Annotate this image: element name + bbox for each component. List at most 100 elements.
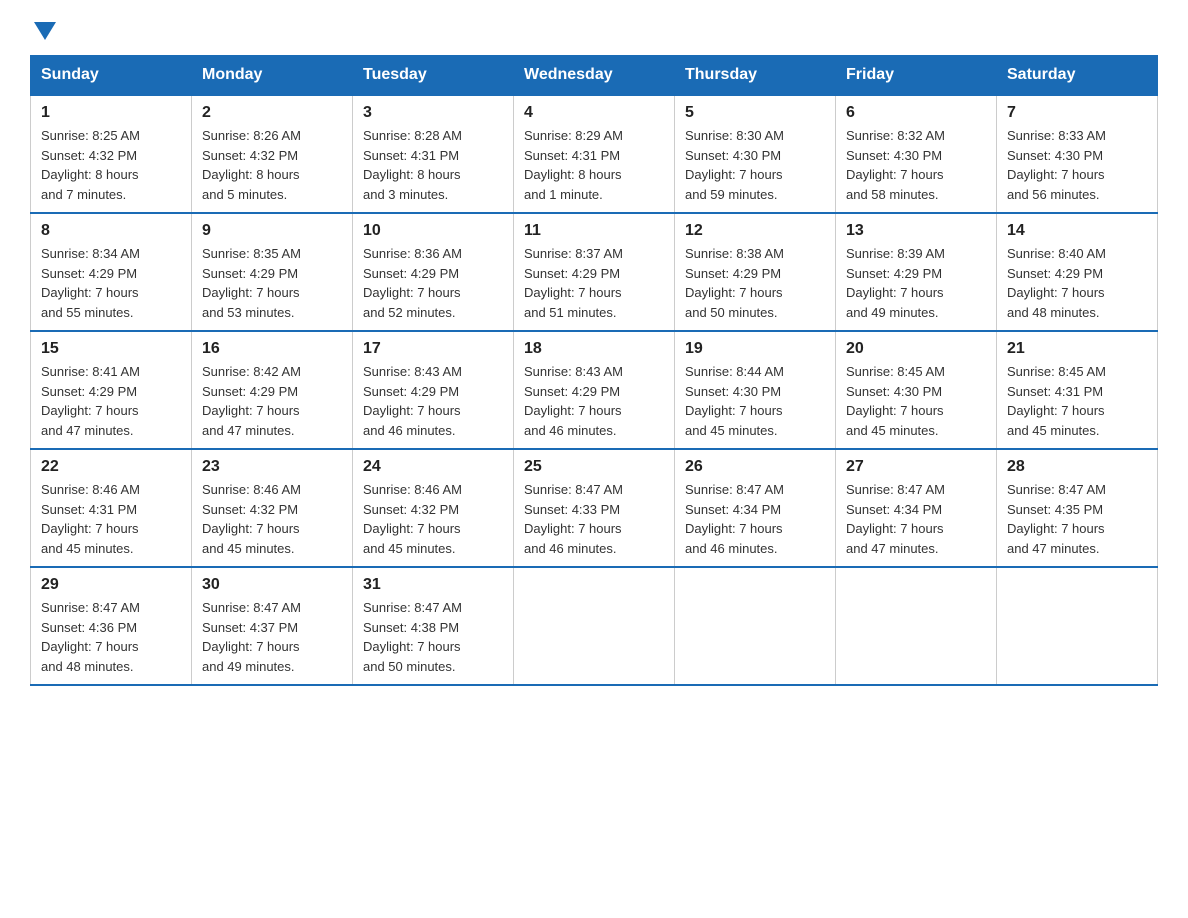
day-info: Sunrise: 8:33 AMSunset: 4:30 PMDaylight:… xyxy=(1007,126,1147,204)
header-friday: Friday xyxy=(836,56,997,96)
day-info: Sunrise: 8:47 AMSunset: 4:36 PMDaylight:… xyxy=(41,598,181,676)
calendar-cell: 27 Sunrise: 8:47 AMSunset: 4:34 PMDayligh… xyxy=(836,449,997,567)
calendar-cell xyxy=(997,567,1158,685)
calendar-cell: 21Sunrise: 8:45 AMSunset: 4:31 PMDayligh… xyxy=(997,331,1158,449)
calendar-cell: 19Sunrise: 8:44 AMSunset: 4:30 PMDayligh… xyxy=(675,331,836,449)
day-info: Sunrise: 8:42 AMSunset: 4:29 PMDaylight:… xyxy=(202,362,342,440)
calendar-week-row: 15 Sunrise: 8:41 AMSunset: 4:29 PMDayligh… xyxy=(31,331,1158,449)
calendar-header-row: SundayMondayTuesdayWednesdayThursdayFrid… xyxy=(31,56,1158,96)
day-number: 12 xyxy=(685,222,825,240)
day-number: 23 xyxy=(202,458,342,476)
calendar-cell: 12 Sunrise: 8:38 AMSunset: 4:29 PMDayligh… xyxy=(675,213,836,331)
day-info: Sunrise: 8:45 AMSunset: 4:30 PMDaylight:… xyxy=(846,362,986,440)
day-number: 30 xyxy=(202,576,342,594)
header-thursday: Thursday xyxy=(675,56,836,96)
day-number: 16 xyxy=(202,340,342,358)
day-number: 3 xyxy=(363,104,503,122)
calendar-cell: 1 Sunrise: 8:25 AMSunset: 4:32 PMDaylight… xyxy=(31,95,192,213)
day-info: Sunrise: 8:47 AMSunset: 4:33 PMDaylight:… xyxy=(524,480,664,558)
day-info: Sunrise: 8:30 AMSunset: 4:30 PMDaylight:… xyxy=(685,126,825,204)
day-info: Sunrise: 8:32 AMSunset: 4:30 PMDaylight:… xyxy=(846,126,986,204)
day-number: 18 xyxy=(524,340,664,358)
calendar-week-row: 22 Sunrise: 8:46 AMSunset: 4:31 PMDayligh… xyxy=(31,449,1158,567)
calendar-cell: 22 Sunrise: 8:46 AMSunset: 4:31 PMDayligh… xyxy=(31,449,192,567)
day-number: 14 xyxy=(1007,222,1147,240)
day-number: 7 xyxy=(1007,104,1147,122)
day-number: 17 xyxy=(363,340,503,358)
day-number: 9 xyxy=(202,222,342,240)
calendar-cell xyxy=(836,567,997,685)
calendar-cell: 30 Sunrise: 8:47 AMSunset: 4:37 PMDayligh… xyxy=(192,567,353,685)
day-info: Sunrise: 8:25 AMSunset: 4:32 PMDaylight:… xyxy=(41,126,181,204)
day-info: Sunrise: 8:34 AMSunset: 4:29 PMDaylight:… xyxy=(41,244,181,322)
calendar-cell: 25 Sunrise: 8:47 AMSunset: 4:33 PMDayligh… xyxy=(514,449,675,567)
day-info: Sunrise: 8:40 AMSunset: 4:29 PMDaylight:… xyxy=(1007,244,1147,322)
day-info: Sunrise: 8:43 AMSunset: 4:29 PMDaylight:… xyxy=(524,362,664,440)
day-info: Sunrise: 8:47 AMSunset: 4:34 PMDaylight:… xyxy=(685,480,825,558)
calendar-week-row: 29 Sunrise: 8:47 AMSunset: 4:36 PMDayligh… xyxy=(31,567,1158,685)
calendar-cell: 2 Sunrise: 8:26 AMSunset: 4:32 PMDaylight… xyxy=(192,95,353,213)
calendar-cell: 16 Sunrise: 8:42 AMSunset: 4:29 PMDayligh… xyxy=(192,331,353,449)
day-number: 4 xyxy=(524,104,664,122)
calendar-cell: 26 Sunrise: 8:47 AMSunset: 4:34 PMDayligh… xyxy=(675,449,836,567)
day-info: Sunrise: 8:37 AMSunset: 4:29 PMDaylight:… xyxy=(524,244,664,322)
day-number: 10 xyxy=(363,222,503,240)
calendar-week-row: 1 Sunrise: 8:25 AMSunset: 4:32 PMDaylight… xyxy=(31,95,1158,213)
day-number: 27 xyxy=(846,458,986,476)
calendar-cell: 3 Sunrise: 8:28 AMSunset: 4:31 PMDaylight… xyxy=(353,95,514,213)
day-info: Sunrise: 8:35 AMSunset: 4:29 PMDaylight:… xyxy=(202,244,342,322)
day-number: 25 xyxy=(524,458,664,476)
calendar-cell: 9 Sunrise: 8:35 AMSunset: 4:29 PMDaylight… xyxy=(192,213,353,331)
day-info: Sunrise: 8:29 AMSunset: 4:31 PMDaylight:… xyxy=(524,126,664,204)
day-info: Sunrise: 8:47 AMSunset: 4:35 PMDaylight:… xyxy=(1007,480,1147,558)
day-number: 13 xyxy=(846,222,986,240)
calendar-week-row: 8 Sunrise: 8:34 AMSunset: 4:29 PMDaylight… xyxy=(31,213,1158,331)
day-info: Sunrise: 8:38 AMSunset: 4:29 PMDaylight:… xyxy=(685,244,825,322)
calendar-cell: 10Sunrise: 8:36 AMSunset: 4:29 PMDayligh… xyxy=(353,213,514,331)
day-number: 22 xyxy=(41,458,181,476)
calendar-cell: 6 Sunrise: 8:32 AMSunset: 4:30 PMDaylight… xyxy=(836,95,997,213)
day-number: 2 xyxy=(202,104,342,122)
day-number: 6 xyxy=(846,104,986,122)
logo-triangle-icon xyxy=(34,22,56,40)
day-number: 15 xyxy=(41,340,181,358)
header-wednesday: Wednesday xyxy=(514,56,675,96)
day-info: Sunrise: 8:41 AMSunset: 4:29 PMDaylight:… xyxy=(41,362,181,440)
day-info: Sunrise: 8:47 AMSunset: 4:37 PMDaylight:… xyxy=(202,598,342,676)
day-number: 8 xyxy=(41,222,181,240)
calendar-cell: 7 Sunrise: 8:33 AMSunset: 4:30 PMDaylight… xyxy=(997,95,1158,213)
calendar-cell: 29 Sunrise: 8:47 AMSunset: 4:36 PMDayligh… xyxy=(31,567,192,685)
day-info: Sunrise: 8:46 AMSunset: 4:32 PMDaylight:… xyxy=(202,480,342,558)
page-header xyxy=(30,20,1158,45)
calendar-cell: 5 Sunrise: 8:30 AMSunset: 4:30 PMDaylight… xyxy=(675,95,836,213)
day-info: Sunrise: 8:28 AMSunset: 4:31 PMDaylight:… xyxy=(363,126,503,204)
calendar-cell: 4 Sunrise: 8:29 AMSunset: 4:31 PMDaylight… xyxy=(514,95,675,213)
day-number: 5 xyxy=(685,104,825,122)
calendar-cell: 18 Sunrise: 8:43 AMSunset: 4:29 PMDayligh… xyxy=(514,331,675,449)
day-info: Sunrise: 8:47 AMSunset: 4:34 PMDaylight:… xyxy=(846,480,986,558)
day-info: Sunrise: 8:26 AMSunset: 4:32 PMDaylight:… xyxy=(202,126,342,204)
day-number: 26 xyxy=(685,458,825,476)
day-info: Sunrise: 8:46 AMSunset: 4:31 PMDaylight:… xyxy=(41,480,181,558)
calendar-cell xyxy=(675,567,836,685)
calendar-cell xyxy=(514,567,675,685)
calendar-cell: 14 Sunrise: 8:40 AMSunset: 4:29 PMDayligh… xyxy=(997,213,1158,331)
calendar-cell: 13 Sunrise: 8:39 AMSunset: 4:29 PMDayligh… xyxy=(836,213,997,331)
calendar-cell: 28Sunrise: 8:47 AMSunset: 4:35 PMDayligh… xyxy=(997,449,1158,567)
day-number: 29 xyxy=(41,576,181,594)
day-info: Sunrise: 8:47 AMSunset: 4:38 PMDaylight:… xyxy=(363,598,503,676)
day-number: 20 xyxy=(846,340,986,358)
calendar-cell: 31 Sunrise: 8:47 AMSunset: 4:38 PMDayligh… xyxy=(353,567,514,685)
calendar-cell: 15 Sunrise: 8:41 AMSunset: 4:29 PMDayligh… xyxy=(31,331,192,449)
calendar-cell: 23 Sunrise: 8:46 AMSunset: 4:32 PMDayligh… xyxy=(192,449,353,567)
day-info: Sunrise: 8:46 AMSunset: 4:32 PMDaylight:… xyxy=(363,480,503,558)
calendar-cell: 24 Sunrise: 8:46 AMSunset: 4:32 PMDayligh… xyxy=(353,449,514,567)
day-number: 24 xyxy=(363,458,503,476)
day-number: 31 xyxy=(363,576,503,594)
calendar-cell: 8 Sunrise: 8:34 AMSunset: 4:29 PMDaylight… xyxy=(31,213,192,331)
day-number: 1 xyxy=(41,104,181,122)
logo xyxy=(30,20,56,45)
calendar-table: SundayMondayTuesdayWednesdayThursdayFrid… xyxy=(30,55,1158,686)
day-info: Sunrise: 8:39 AMSunset: 4:29 PMDaylight:… xyxy=(846,244,986,322)
calendar-cell: 20 Sunrise: 8:45 AMSunset: 4:30 PMDayligh… xyxy=(836,331,997,449)
